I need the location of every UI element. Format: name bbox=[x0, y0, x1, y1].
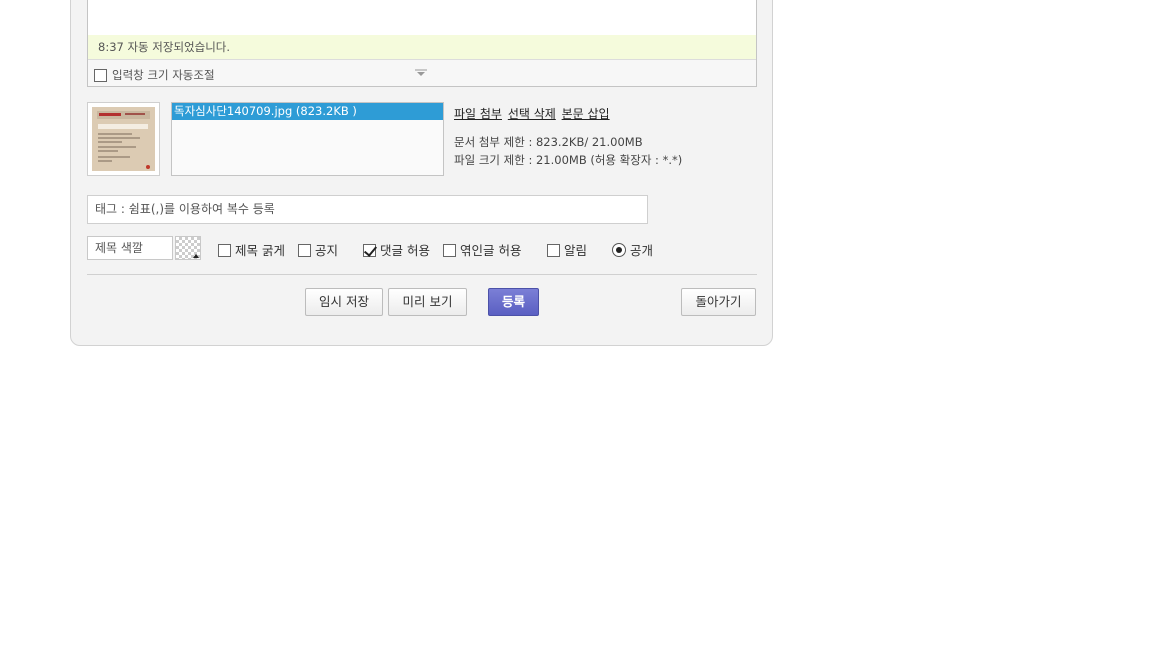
bold-title-label: 제목 굵게 bbox=[235, 243, 285, 258]
bold-title-checkbox[interactable] bbox=[218, 244, 231, 257]
allow-comments-option[interactable]: 댓글 허용 bbox=[363, 240, 430, 259]
submit-button[interactable]: 등록 bbox=[488, 288, 539, 316]
insert-into-body-link[interactable]: 본문 삽입 bbox=[562, 107, 610, 121]
bold-title-option[interactable]: 제목 굵게 bbox=[218, 240, 285, 259]
public-label: 공개 bbox=[630, 243, 654, 258]
color-picker-button[interactable] bbox=[175, 236, 201, 260]
attachment-item-selected[interactable]: 독자심사단140709.jpg (823.2KB ) bbox=[172, 103, 443, 120]
notice-option[interactable]: 공지 bbox=[298, 240, 338, 259]
allow-trackback-option[interactable]: 엮인글 허용 bbox=[443, 240, 521, 259]
public-option[interactable]: 공개 bbox=[612, 240, 653, 259]
temp-save-button[interactable]: 임시 저장 bbox=[305, 288, 383, 316]
allow-trackback-checkbox[interactable] bbox=[443, 244, 456, 257]
back-button[interactable]: 돌아가기 bbox=[681, 288, 756, 316]
divider bbox=[87, 274, 757, 275]
allow-comments-checkbox[interactable] bbox=[363, 244, 376, 257]
dropdown-arrow-icon bbox=[193, 254, 199, 258]
attach-file-link[interactable]: 파일 첨부 bbox=[454, 107, 502, 121]
editor-area[interactable]: 8:37 자동 저장되었습니다. 입력창 크기 자동조절 bbox=[87, 0, 757, 87]
document-image-icon bbox=[92, 107, 155, 171]
file-size-limit: 파일 크기 제한 : 21.00MB (허용 확장자 : *.*) bbox=[454, 153, 683, 167]
autosave-status: 8:37 자동 저장되었습니다. bbox=[88, 35, 756, 59]
title-color-input[interactable]: 제목 색깔 bbox=[87, 236, 173, 260]
notify-option[interactable]: 알림 bbox=[547, 240, 587, 259]
delete-selected-link[interactable]: 선택 삭제 bbox=[508, 107, 556, 121]
notice-label: 공지 bbox=[315, 243, 339, 258]
allow-trackback-label: 엮인글 허용 bbox=[460, 243, 522, 258]
allow-comments-label: 댓글 허용 bbox=[380, 243, 430, 258]
attachment-actions: 파일 첨부 선택 삭제 본문 삽입 bbox=[454, 105, 612, 122]
document-attach-limit: 문서 첨부 제한 : 823.2KB/ 21.00MB bbox=[454, 135, 643, 149]
auto-resize-checkbox[interactable] bbox=[94, 69, 107, 82]
resize-grip-icon[interactable] bbox=[415, 69, 427, 77]
preview-button[interactable]: 미리 보기 bbox=[388, 288, 467, 316]
notify-label: 알림 bbox=[564, 243, 588, 258]
auto-resize-row: 입력창 크기 자동조절 bbox=[88, 59, 756, 86]
public-radio[interactable] bbox=[612, 243, 626, 257]
tag-input[interactable]: 태그 : 쉼표(,)를 이용하여 복수 등록 bbox=[87, 195, 648, 224]
attachment-thumbnail[interactable] bbox=[87, 102, 160, 176]
notify-checkbox[interactable] bbox=[547, 244, 560, 257]
attachment-list[interactable]: 독자심사단140709.jpg (823.2KB ) bbox=[171, 102, 444, 176]
auto-resize-label: 입력창 크기 자동조절 bbox=[112, 68, 215, 82]
notice-checkbox[interactable] bbox=[298, 244, 311, 257]
